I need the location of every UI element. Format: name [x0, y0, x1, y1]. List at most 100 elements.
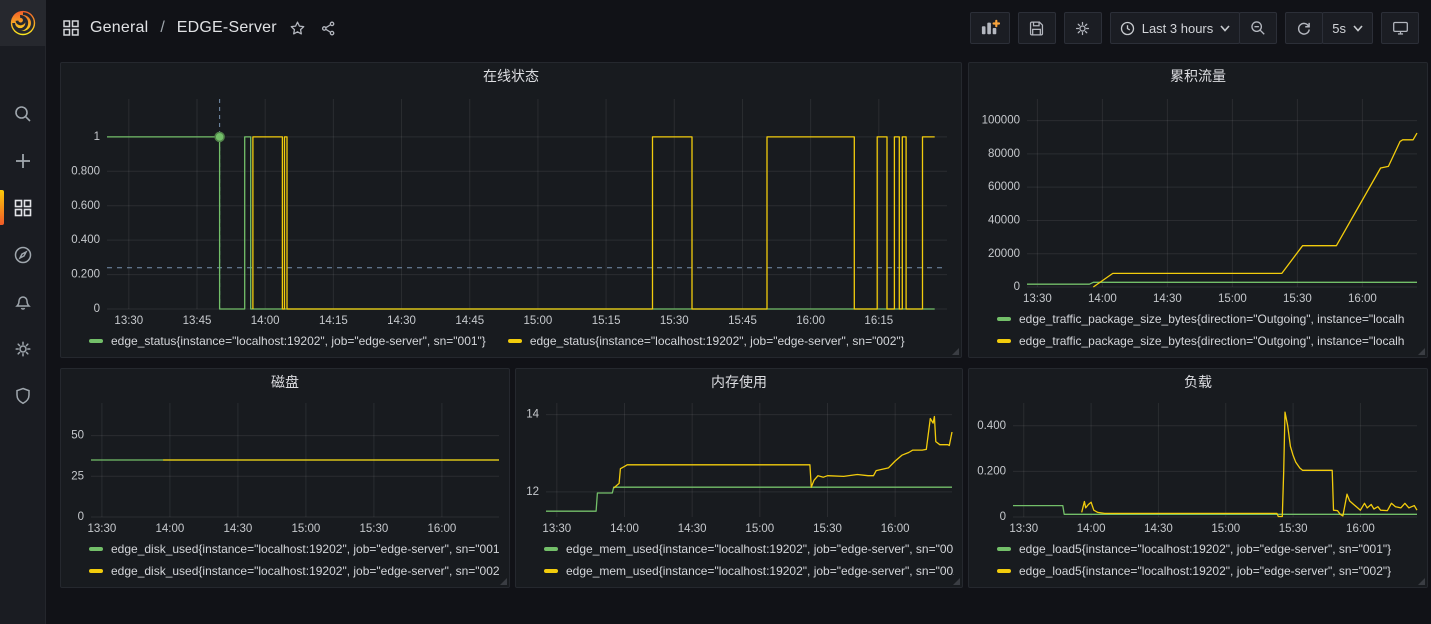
star-icon [289, 20, 306, 37]
legend-item[interactable]: edge_traffic_package_size_bytes{directio… [997, 330, 1404, 352]
sidebar-item-search[interactable] [0, 90, 46, 137]
top-nav: General / EDGE-Server Last 3 hours [46, 0, 1431, 56]
legend-label: edge_disk_used{instance="localhost:19202… [111, 564, 500, 578]
star-dashboard-button[interactable] [287, 18, 308, 39]
legend-label: edge_status{instance="localhost:19202", … [530, 334, 905, 348]
panel-resize-handle[interactable] [1418, 578, 1425, 585]
svg-text:15:00: 15:00 [1218, 293, 1247, 305]
svg-text:14:30: 14:30 [678, 523, 707, 535]
refresh-button[interactable] [1285, 12, 1323, 44]
add-panel-button[interactable] [970, 12, 1010, 44]
svg-text:0.200: 0.200 [977, 465, 1006, 477]
panel-legend: edge_disk_used{instance="localhost:19202… [61, 537, 509, 586]
svg-text:13:30: 13:30 [87, 523, 116, 535]
sidebar-item-configuration[interactable] [0, 325, 46, 372]
breadcrumb-dashboard[interactable]: EDGE-Server [177, 19, 277, 37]
refresh-controls: 5s [1285, 12, 1373, 44]
panel-resize-handle[interactable] [500, 578, 507, 585]
legend-item[interactable]: edge_mem_used{instance="localhost:19202"… [544, 538, 954, 560]
sidebar-item-explore[interactable] [0, 231, 46, 278]
refresh-interval-picker[interactable]: 5s [1322, 12, 1373, 44]
svg-text:20000: 20000 [988, 248, 1020, 260]
panel-resize-handle[interactable] [952, 348, 959, 355]
svg-text:15:00: 15:00 [1211, 523, 1240, 535]
disk-chart: 13:3014:0014:3015:0015:3016:0050250 [61, 395, 509, 537]
svg-text:1: 1 [94, 131, 100, 143]
refresh-icon [1296, 20, 1312, 36]
panel-online-status: 在线状态 13:3013:4514:0014:1514:3014:4515:00… [60, 62, 962, 358]
plus-icon [13, 151, 33, 171]
legend-item[interactable]: edge_status{instance="localhost:19202", … [89, 330, 486, 352]
legend-item[interactable]: edge_disk_used{instance="localhost:19202… [89, 560, 500, 582]
sidebar-item-server-admin[interactable] [0, 372, 46, 419]
breadcrumb-folder[interactable]: General [90, 19, 148, 37]
panel-resize-handle[interactable] [1418, 348, 1425, 355]
svg-text:0.800: 0.800 [71, 165, 100, 177]
shield-icon [13, 386, 33, 406]
panel-cumulative-traffic: 累积流量 13:3014:0014:3015:0015:3016:0010000… [968, 62, 1428, 358]
svg-text:14:15: 14:15 [319, 315, 348, 327]
legend-item[interactable]: edge_load5{instance="localhost:19202", j… [997, 560, 1391, 582]
save-icon [1028, 20, 1045, 37]
svg-text:15:30: 15:30 [359, 523, 388, 535]
svg-text:0: 0 [94, 303, 100, 315]
gear-icon [1074, 20, 1091, 37]
panel-legend: edge_status{instance="localhost:19202", … [61, 329, 961, 356]
legend-label: edge_mem_used{instance="localhost:19202"… [566, 564, 954, 578]
svg-text:14:30: 14:30 [1144, 523, 1173, 535]
panel-resize-handle[interactable] [953, 578, 960, 585]
svg-text:15:30: 15:30 [813, 523, 842, 535]
svg-text:14:00: 14:00 [155, 523, 184, 535]
online-status-chart: 13:3013:4514:0014:1514:3014:4515:0015:15… [61, 89, 961, 329]
dashboard-settings-button[interactable] [1064, 12, 1102, 44]
panel-title[interactable]: 累积流量 [969, 63, 1427, 89]
svg-text:0.200: 0.200 [71, 269, 100, 281]
panel-title[interactable]: 在线状态 [61, 63, 961, 89]
panel-title[interactable]: 磁盘 [61, 369, 509, 395]
legend-label: edge_mem_used{instance="localhost:19202"… [566, 542, 954, 556]
chevron-down-icon [1220, 25, 1230, 32]
refresh-interval-label: 5s [1332, 21, 1346, 36]
share-icon [320, 20, 337, 37]
svg-text:16:15: 16:15 [864, 315, 893, 327]
zoom-out-button[interactable] [1239, 12, 1277, 44]
cycle-view-mode-button[interactable] [1381, 12, 1419, 44]
grafana-logo[interactable] [0, 0, 46, 46]
cumulative-traffic-chart: 13:3014:0014:3015:0015:3016:001000008000… [969, 89, 1427, 307]
svg-text:15:30: 15:30 [1279, 523, 1308, 535]
sidebar-item-create[interactable] [0, 137, 46, 184]
zoom-out-icon [1250, 20, 1266, 36]
time-range-picker[interactable]: Last 3 hours [1110, 12, 1241, 44]
legend-item[interactable]: edge_status{instance="localhost:19202", … [508, 330, 905, 352]
dashboards-icon [13, 198, 33, 218]
svg-text:14:30: 14:30 [223, 523, 252, 535]
panel-disk: 磁盘 13:3014:0014:3015:0015:3016:0050250 e… [60, 368, 510, 588]
save-dashboard-button[interactable] [1018, 12, 1056, 44]
panel-title[interactable]: 内存使用 [516, 369, 962, 395]
svg-text:25: 25 [71, 470, 84, 482]
apps-grid-icon [62, 19, 80, 37]
svg-text:0: 0 [1014, 281, 1020, 293]
panel-legend: edge_load5{instance="localhost:19202", j… [969, 537, 1427, 586]
share-dashboard-button[interactable] [318, 18, 339, 39]
legend-swatch [508, 339, 522, 343]
monitor-icon [1392, 20, 1409, 36]
svg-text:15:00: 15:00 [524, 315, 553, 327]
legend-swatch [997, 317, 1011, 321]
legend-item[interactable]: edge_disk_used{instance="localhost:19202… [89, 538, 500, 560]
svg-text:0.400: 0.400 [71, 234, 100, 246]
panel-title[interactable]: 负载 [969, 369, 1427, 395]
svg-text:14:00: 14:00 [610, 523, 639, 535]
legend-item[interactable]: edge_mem_used{instance="localhost:19202"… [544, 560, 954, 582]
svg-text:16:00: 16:00 [1346, 523, 1375, 535]
sidebar-item-alerting[interactable] [0, 278, 46, 325]
legend-item[interactable]: edge_traffic_package_size_bytes{directio… [997, 308, 1404, 330]
legend-swatch [997, 339, 1011, 343]
load-chart: 13:3014:0014:3015:0015:3016:000.4000.200… [969, 395, 1427, 537]
svg-text:14:00: 14:00 [1077, 523, 1106, 535]
legend-item[interactable]: edge_load5{instance="localhost:19202", j… [997, 538, 1391, 560]
svg-text:14:30: 14:30 [387, 315, 416, 327]
svg-text:0.600: 0.600 [71, 200, 100, 212]
svg-text:14:00: 14:00 [251, 315, 280, 327]
sidebar-item-dashboards[interactable] [0, 184, 46, 231]
